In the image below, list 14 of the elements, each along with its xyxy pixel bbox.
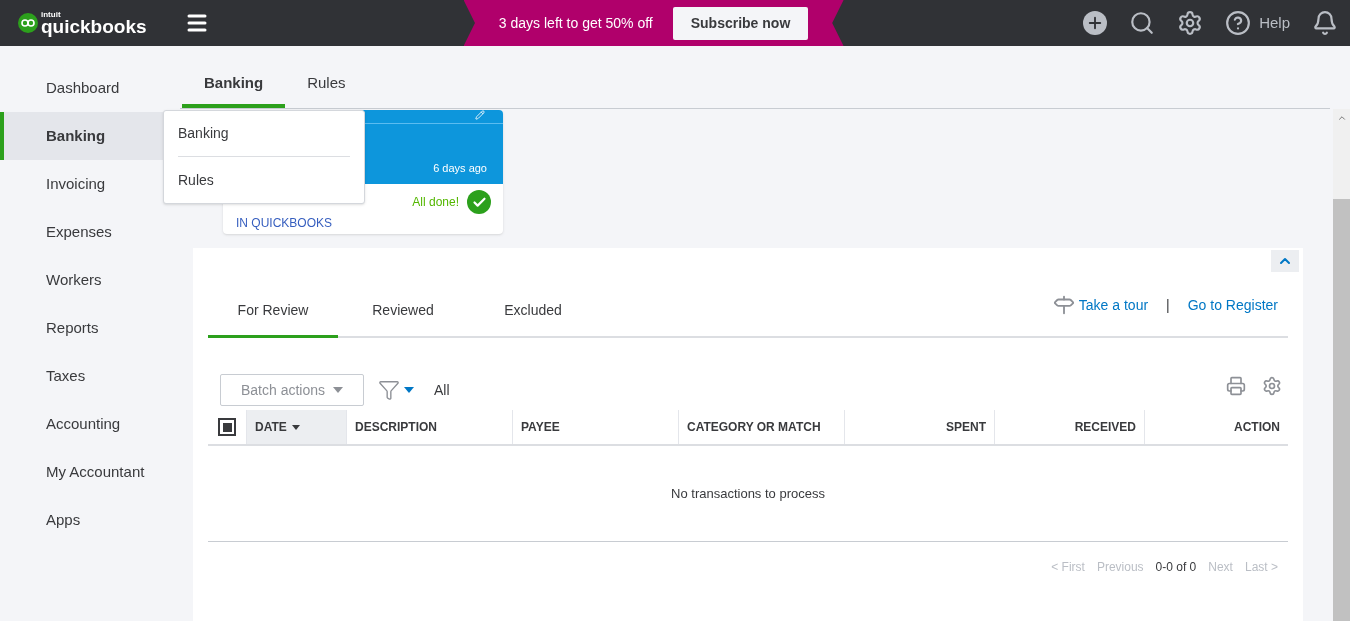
pagination-item: Previous <box>1096 559 1144 576</box>
pagination-item: < First <box>1051 559 1085 576</box>
pagination-item: 0-0 of 0 <box>1155 559 1197 576</box>
filter-value: All <box>434 380 450 400</box>
link-separator: | <box>1166 295 1170 315</box>
empty-message: No transactions to process <box>208 446 1288 542</box>
logo-tagline: intuit <box>41 10 62 19</box>
updated-time: 6 days ago <box>433 160 487 176</box>
status-text: All done! <box>412 194 459 211</box>
logo-text: quickbooks <box>41 16 147 36</box>
pagination-item: Next <box>1208 559 1233 576</box>
balance-caption: IN QUICKBOOKS <box>236 215 334 232</box>
promo-text: 3 days left to get 50% off <box>498 13 653 33</box>
pagination-item: Last > <box>1244 559 1278 576</box>
